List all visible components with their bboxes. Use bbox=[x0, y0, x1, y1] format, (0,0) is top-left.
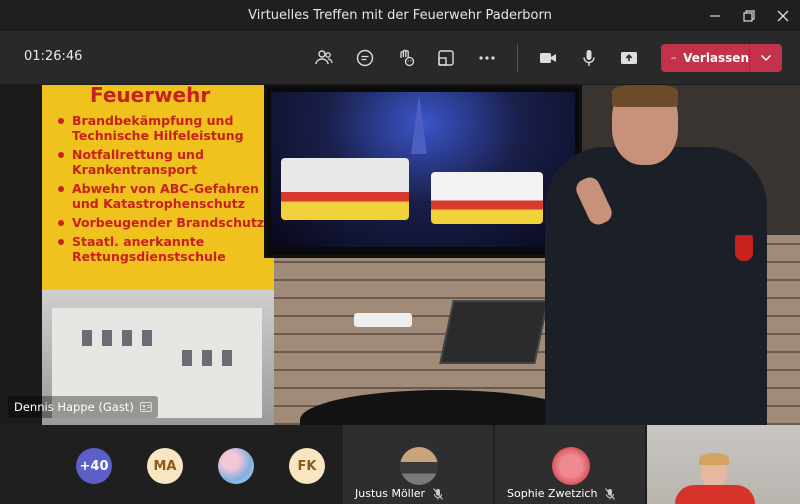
rooms-button[interactable] bbox=[431, 43, 461, 73]
video-poster: Feuerwehr Brandbekämpfung und Technische… bbox=[42, 85, 274, 290]
breakout-rooms-icon bbox=[438, 50, 454, 66]
minimize-icon bbox=[710, 14, 720, 17]
more-icon bbox=[479, 56, 495, 60]
building-window bbox=[102, 330, 112, 346]
window-title: Virtuelles Treffen mit der Feuerwehr Pad… bbox=[248, 8, 552, 23]
tv-truck bbox=[431, 172, 543, 224]
tv-truck bbox=[281, 158, 409, 220]
video-tablet bbox=[439, 300, 549, 364]
poster-item: Staatl. anerkannte Rettungsdienstschule bbox=[56, 234, 274, 264]
poster-item: Notfallrettung und Krankentransport bbox=[56, 147, 274, 177]
toolbar-divider bbox=[517, 44, 518, 72]
chat-icon bbox=[356, 49, 374, 67]
participant-gallery: +40 MA FK Justus Möller Sophie Zwetzich bbox=[0, 425, 800, 504]
leave-button[interactable]: Verlassen bbox=[661, 44, 749, 72]
participant-tile[interactable]: Sophie Zwetzich bbox=[495, 425, 645, 504]
poster-item: Vorbeugender Brandschutz bbox=[56, 215, 274, 230]
close-icon bbox=[777, 10, 789, 21]
participant-name: Justus Möller bbox=[355, 487, 426, 500]
participant-photo bbox=[552, 447, 590, 485]
minimize-button[interactable] bbox=[698, 0, 732, 31]
camera-icon bbox=[540, 53, 556, 63]
overflow-count: +40 bbox=[79, 458, 109, 474]
poster-item: Brandbekämpfung und Technische Hilfeleis… bbox=[56, 113, 274, 143]
participant-name-row: Justus Möller bbox=[355, 487, 444, 500]
meeting-toolbar: 01:26:46 Verlassen bbox=[0, 31, 800, 85]
microphone-button[interactable] bbox=[574, 43, 604, 73]
video-uniform-patch bbox=[735, 235, 753, 261]
avatar-initials: FK bbox=[297, 458, 317, 474]
restore-button[interactable] bbox=[732, 0, 766, 31]
building-window bbox=[82, 330, 92, 346]
microphone-icon bbox=[583, 50, 595, 66]
video-dark-edge bbox=[0, 85, 42, 425]
speaker-name-tag: Dennis Happe (Gast) bbox=[8, 396, 158, 418]
building-window bbox=[202, 350, 212, 366]
building-window bbox=[122, 330, 132, 346]
share-screen-icon bbox=[621, 52, 637, 64]
building-window bbox=[182, 350, 192, 366]
leave-label: Verlassen bbox=[683, 51, 749, 65]
participant-video-tile[interactable] bbox=[647, 425, 800, 504]
overflow-participants-button[interactable]: +40 bbox=[76, 448, 112, 484]
tv-tower bbox=[411, 94, 427, 154]
participant-avatar[interactable]: MA bbox=[147, 448, 183, 484]
avatar-initials: MA bbox=[153, 458, 177, 474]
participants-button[interactable] bbox=[309, 43, 339, 73]
main-video[interactable]: Feuerwehr Brandbekämpfung und Technische… bbox=[0, 85, 800, 425]
video-person-hair bbox=[612, 85, 678, 107]
leave-control: Verlassen bbox=[661, 44, 782, 72]
meeting-timer: 01:26:46 bbox=[24, 49, 83, 64]
participant-shirt bbox=[675, 485, 755, 504]
tv-screen bbox=[271, 92, 575, 247]
raise-hand-icon bbox=[400, 49, 415, 67]
building-window bbox=[142, 330, 152, 346]
poster-list: Brandbekämpfung und Technische Hilfeleis… bbox=[56, 113, 274, 268]
chat-button[interactable] bbox=[350, 43, 380, 73]
restore-icon bbox=[743, 9, 755, 22]
poster-item: Abwehr von ABC-Gefahren und Katastrophen… bbox=[56, 181, 274, 211]
mic-muted-icon bbox=[433, 487, 444, 500]
participant-name-row: Sophie Zwetzich bbox=[507, 487, 616, 500]
video-power-strip bbox=[354, 313, 412, 327]
chevron-down-icon bbox=[760, 54, 772, 62]
title-bar: Virtuelles Treffen mit der Feuerwehr Pad… bbox=[0, 0, 800, 31]
participant-tile[interactable]: Justus Möller bbox=[343, 425, 493, 504]
mic-muted-icon bbox=[605, 487, 616, 500]
leave-options-button[interactable] bbox=[750, 44, 782, 72]
reactions-button[interactable] bbox=[391, 43, 421, 73]
participant-avatar[interactable]: FK bbox=[289, 448, 325, 484]
poster-heading: Feuerwehr bbox=[90, 85, 211, 107]
building-window bbox=[222, 350, 232, 366]
guest-badge-icon bbox=[139, 402, 152, 412]
camera-button[interactable] bbox=[533, 43, 563, 73]
video-tv bbox=[264, 85, 582, 258]
more-actions-button[interactable] bbox=[472, 43, 502, 73]
hang-up-icon bbox=[671, 57, 676, 60]
participant-photo bbox=[400, 447, 438, 485]
participant-avatar-photo[interactable] bbox=[218, 448, 254, 484]
close-button[interactable] bbox=[766, 0, 800, 31]
speaker-name: Dennis Happe (Gast) bbox=[14, 400, 134, 414]
participant-hair bbox=[699, 453, 729, 465]
participants-icon bbox=[315, 50, 333, 65]
share-button[interactable] bbox=[614, 43, 644, 73]
participant-name: Sophie Zwetzich bbox=[507, 487, 598, 500]
